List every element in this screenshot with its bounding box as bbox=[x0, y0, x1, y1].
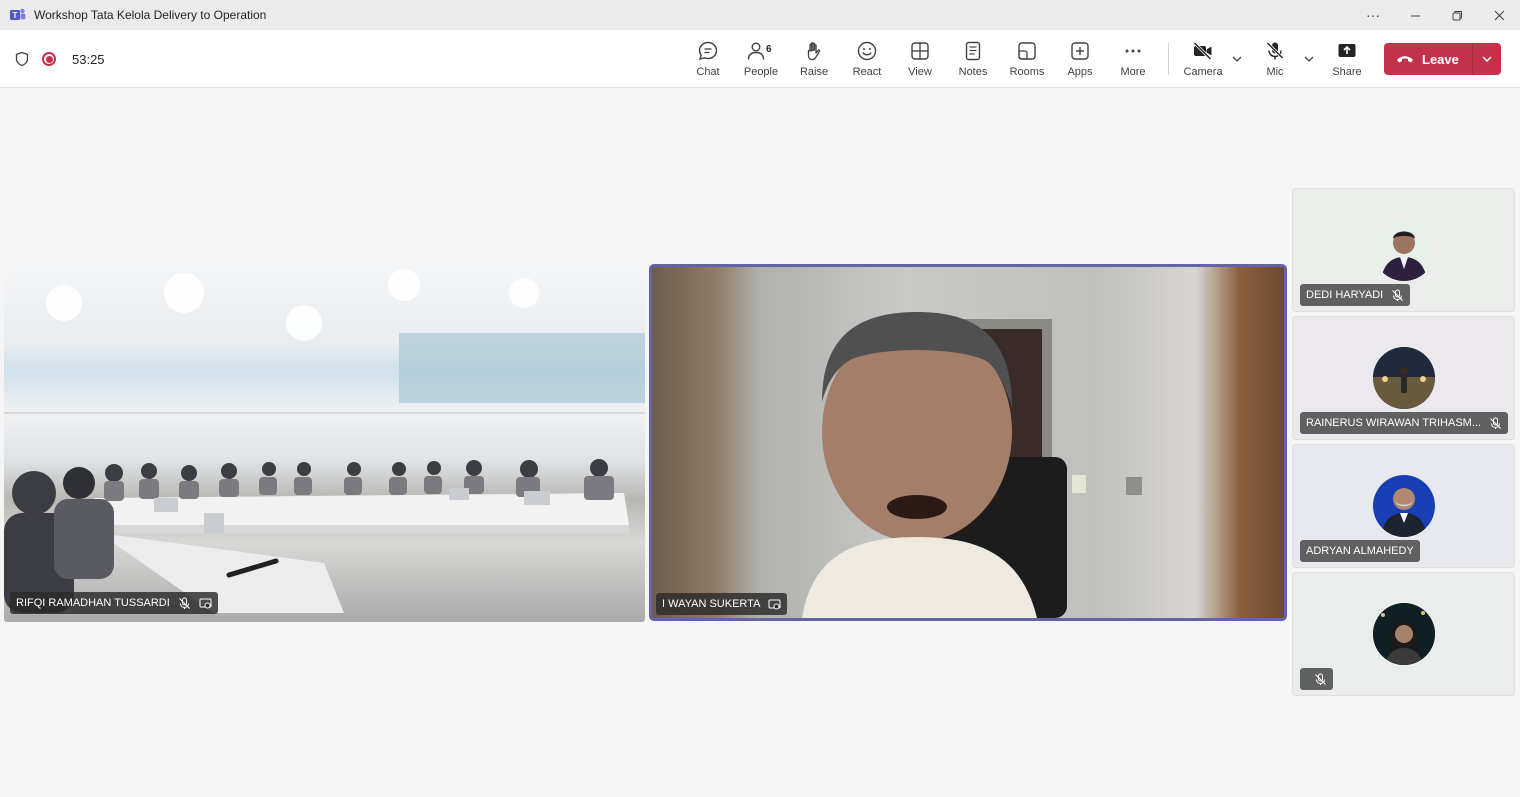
participant-name: DEDI HARYADI bbox=[1306, 289, 1384, 301]
shield-icon[interactable] bbox=[14, 51, 30, 67]
teams-logo-icon: T bbox=[10, 8, 26, 20]
video-tile-room[interactable]: RIFQI RAMADHAN TUSSARDI bbox=[4, 263, 645, 622]
meeting-status: 53:25 bbox=[14, 30, 105, 88]
grid-view-icon bbox=[911, 42, 929, 60]
avatar-photo bbox=[1373, 347, 1435, 409]
rooms-label: Rooms bbox=[1009, 66, 1045, 78]
mic-off-icon bbox=[1315, 673, 1326, 685]
mic-off-icon bbox=[178, 597, 190, 609]
leave-options-button[interactable] bbox=[1473, 43, 1501, 75]
chevron-down-icon bbox=[1482, 56, 1492, 62]
people-icon bbox=[747, 42, 765, 60]
react-label: React bbox=[852, 66, 882, 78]
participant-name: RAINERUS WIRAWAN TRIHASM... bbox=[1306, 417, 1481, 429]
apps-label: Apps bbox=[1067, 66, 1093, 78]
mic-off-icon bbox=[1392, 289, 1404, 301]
participant-name: I WAYAN SUKERTA bbox=[662, 598, 761, 610]
smiley-icon bbox=[857, 41, 877, 61]
notes-button[interactable]: Notes bbox=[947, 36, 999, 82]
participant-name: ADRYAN ALMAHEDY bbox=[1306, 545, 1414, 557]
avatar-photo bbox=[1373, 603, 1435, 665]
chat-icon bbox=[698, 41, 718, 61]
raise-hand-button[interactable]: Raise bbox=[788, 36, 840, 82]
conference-room-video bbox=[4, 269, 645, 613]
participant-name-tag bbox=[1300, 668, 1333, 690]
speaker-video bbox=[802, 312, 1142, 618]
close-icon bbox=[1494, 10, 1504, 20]
more-dots-label: ··· bbox=[1366, 7, 1380, 23]
chat-label: Chat bbox=[696, 66, 720, 78]
camera-label: Camera bbox=[1183, 66, 1223, 78]
rooms-button[interactable]: Rooms bbox=[1001, 36, 1053, 82]
minimize-button[interactable] bbox=[1394, 0, 1436, 30]
apps-button[interactable]: Apps bbox=[1054, 36, 1106, 82]
mic-off-icon bbox=[1490, 417, 1501, 429]
more-dots-icon bbox=[1125, 49, 1141, 53]
camera-button[interactable]: Camera bbox=[1177, 36, 1229, 82]
avatar bbox=[1373, 219, 1435, 281]
meeting-toolbar: 53:25 Chat 6 People Raise React View Not… bbox=[0, 30, 1520, 88]
participant-name-tag: I WAYAN SUKERTA bbox=[656, 593, 788, 615]
meeting-timer: 53:25 bbox=[72, 51, 105, 67]
svg-text:T: T bbox=[13, 11, 18, 20]
close-button[interactable] bbox=[1478, 0, 1520, 30]
people-count: 6 bbox=[766, 44, 772, 55]
restore-button[interactable] bbox=[1436, 0, 1478, 30]
mic-off-icon bbox=[1266, 41, 1284, 60]
avatar bbox=[1373, 603, 1435, 665]
minimize-icon bbox=[1410, 15, 1420, 16]
participant-name: RIFQI RAMADHAN TUSSARDI bbox=[16, 597, 170, 609]
video-tile-active-speaker[interactable]: I WAYAN SUKERTA bbox=[649, 264, 1287, 621]
participant-name-tag: RAINERUS WIRAWAN TRIHASM... bbox=[1300, 412, 1508, 434]
notes-label: Notes bbox=[958, 66, 988, 78]
chat-button[interactable]: Chat bbox=[682, 36, 734, 82]
camera-options-chevron-icon[interactable] bbox=[1230, 52, 1244, 66]
view-label: View bbox=[908, 66, 932, 78]
avatar-photo bbox=[1381, 231, 1427, 281]
camera-off-icon bbox=[1193, 41, 1212, 61]
participant-name-tag: DEDI HARYADI bbox=[1300, 284, 1411, 306]
window-controls: ··· bbox=[1352, 0, 1520, 30]
leave-button[interactable]: Leave bbox=[1384, 43, 1501, 75]
avatar bbox=[1373, 347, 1435, 409]
more-label: More bbox=[1120, 66, 1146, 78]
hang-up-icon bbox=[1397, 56, 1413, 63]
roster-tile[interactable] bbox=[1292, 572, 1515, 696]
view-button[interactable]: View bbox=[894, 36, 946, 82]
screen-share-status-icon bbox=[199, 598, 212, 608]
window-more-button[interactable]: ··· bbox=[1352, 0, 1394, 30]
roster-tile[interactable]: DEDI HARYADI bbox=[1292, 188, 1515, 312]
roster-tile[interactable]: RAINERUS WIRAWAN TRIHASM... bbox=[1292, 316, 1515, 440]
mic-label: Mic bbox=[1266, 66, 1284, 78]
leave-label: Leave bbox=[1422, 51, 1459, 67]
mic-options-chevron-icon[interactable] bbox=[1302, 52, 1316, 66]
screen-share-status-icon bbox=[768, 599, 781, 609]
avatar-photo bbox=[1381, 488, 1427, 537]
people-button[interactable]: 6 People bbox=[735, 36, 787, 82]
recording-icon bbox=[42, 52, 56, 66]
participant-name-tag: ADRYAN ALMAHEDY bbox=[1300, 540, 1420, 562]
leave-main[interactable]: Leave bbox=[1384, 43, 1472, 75]
share-label: Share bbox=[1332, 66, 1362, 78]
share-button[interactable]: Share bbox=[1321, 36, 1373, 82]
more-actions-button[interactable]: More bbox=[1107, 36, 1159, 82]
add-app-icon bbox=[1071, 42, 1089, 60]
mic-button[interactable]: Mic bbox=[1249, 36, 1301, 82]
title-bar: T Workshop Tata Kelola Delivery to Opera… bbox=[0, 0, 1520, 30]
raise-label: Raise bbox=[799, 66, 829, 78]
toolbar-divider bbox=[1168, 43, 1169, 75]
restore-icon bbox=[1452, 10, 1462, 20]
react-button[interactable]: React bbox=[841, 36, 893, 82]
share-screen-icon bbox=[1338, 44, 1356, 57]
participant-name-tag: RIFQI RAMADHAN TUSSARDI bbox=[10, 592, 218, 614]
notes-icon bbox=[965, 41, 981, 61]
avatar bbox=[1373, 475, 1435, 537]
breakout-rooms-icon bbox=[1018, 42, 1036, 60]
raise-hand-icon bbox=[807, 42, 821, 61]
window-title: Workshop Tata Kelola Delivery to Operati… bbox=[34, 8, 267, 22]
people-label: People bbox=[743, 66, 779, 78]
roster-tile[interactable]: ADRYAN ALMAHEDY bbox=[1292, 444, 1515, 568]
